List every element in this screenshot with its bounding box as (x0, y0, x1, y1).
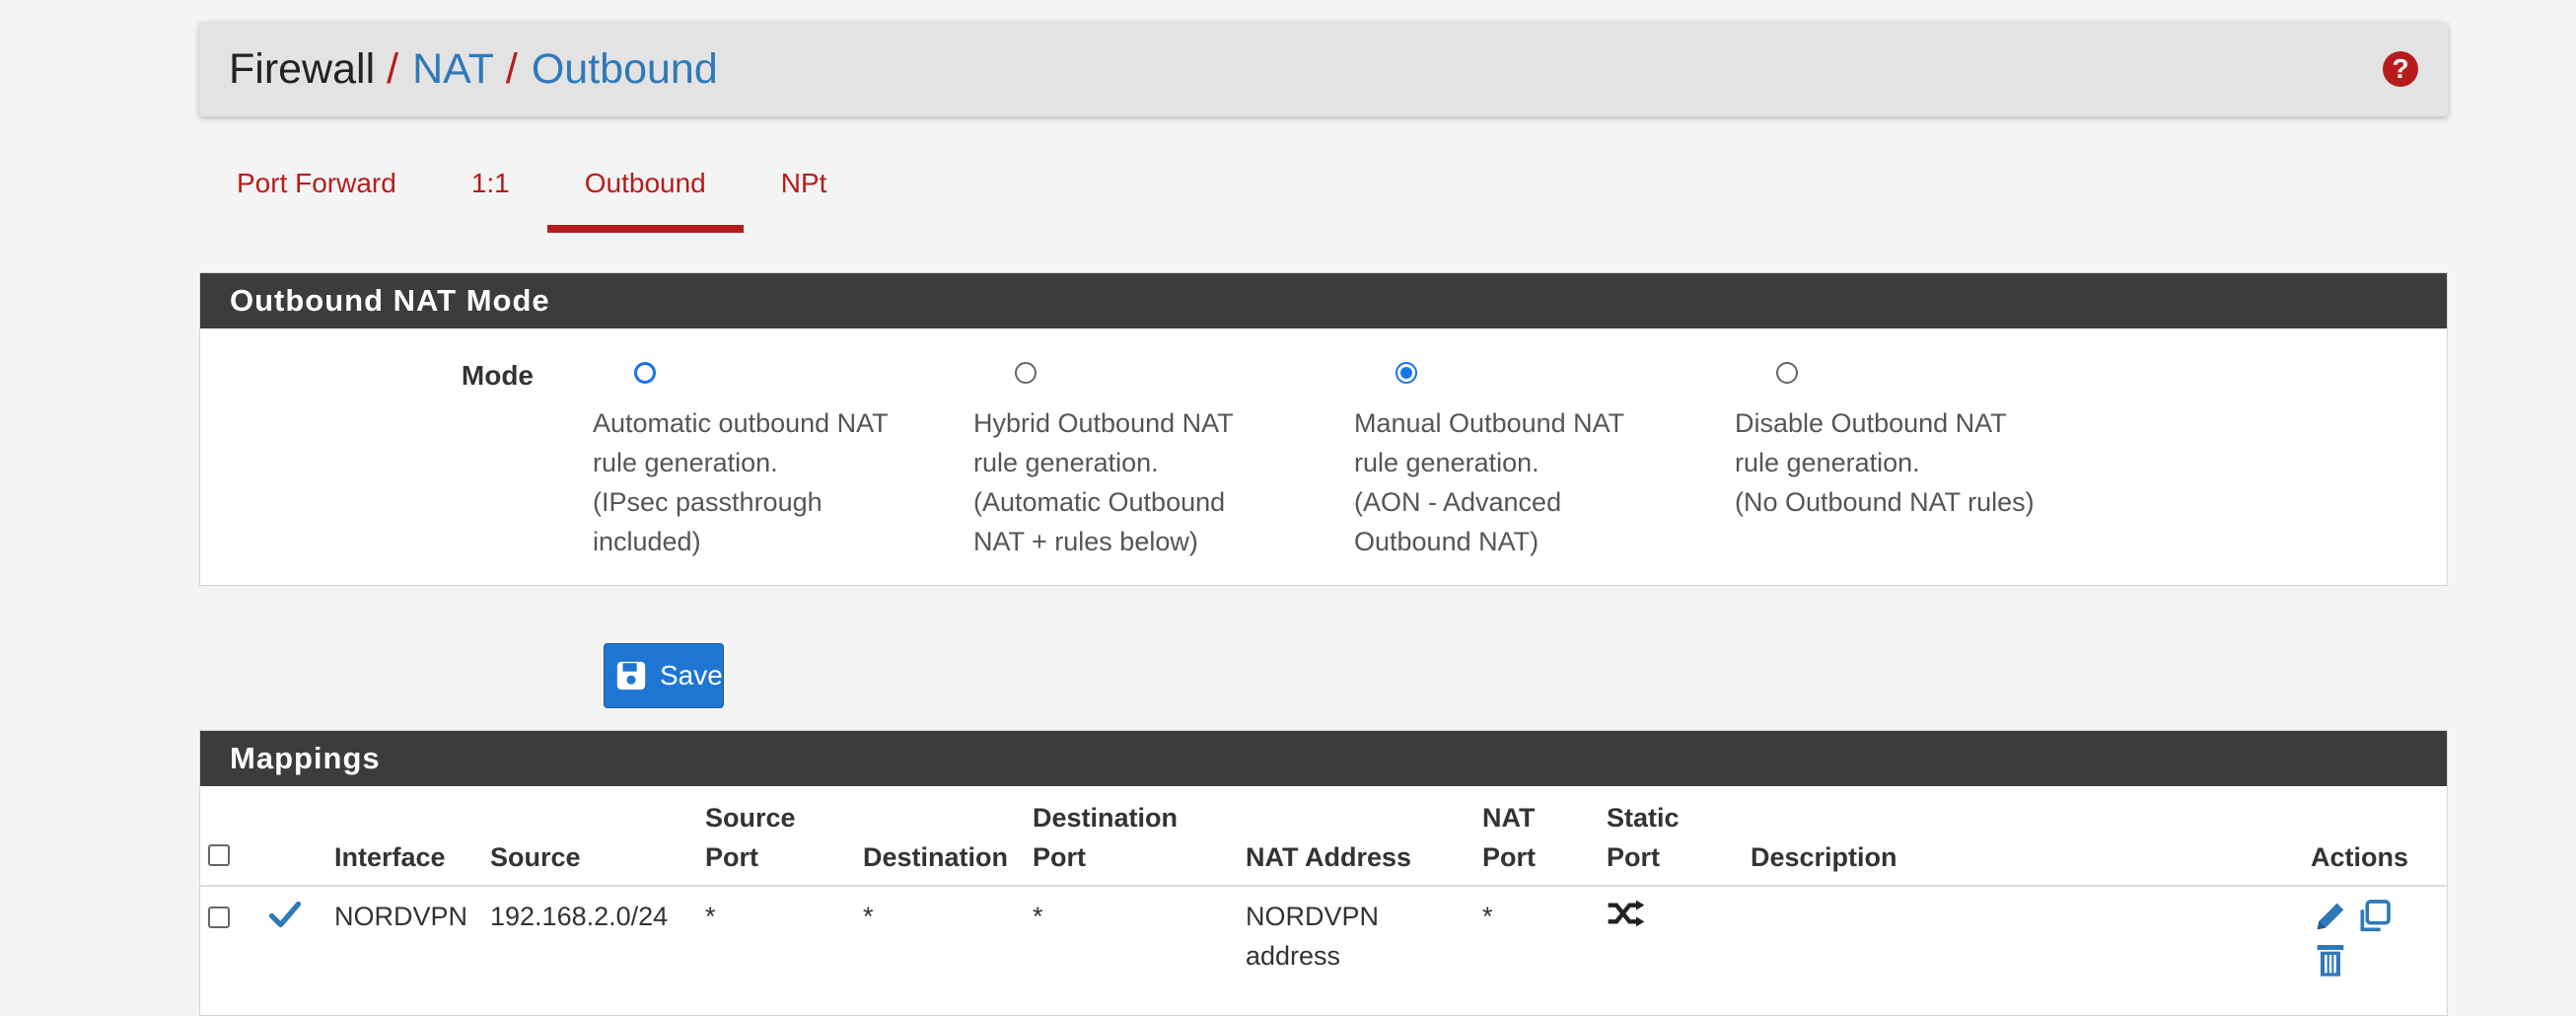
mappings-panel: Mappings Interface Source Source Port De… (199, 730, 2448, 1016)
cell-line: address (1246, 941, 1341, 971)
header-destination-port[interactable]: Destination Port (1025, 786, 1238, 887)
status-header (259, 786, 326, 887)
header-line: Port (1607, 842, 1660, 872)
tab-port-forward[interactable]: Port Forward (199, 154, 434, 233)
trash-icon[interactable] (2311, 940, 2350, 980)
tab-npt[interactable]: NPt (744, 154, 865, 233)
header-source[interactable]: Source (482, 786, 697, 887)
option-line: (No Outbound NAT rules) (1735, 487, 2035, 517)
cell-destination: * (863, 902, 874, 931)
radio-disable[interactable] (1776, 362, 1798, 384)
option-line: rule generation. (1735, 448, 1920, 477)
header-static-port[interactable]: Static Port (1599, 786, 1743, 887)
header-source-port[interactable]: Source Port (697, 786, 855, 887)
option-line: Hybrid Outbound NAT (973, 408, 1234, 438)
select-all-checkbox[interactable] (208, 844, 230, 866)
header-line: Source (705, 803, 796, 833)
mode-option-hybrid: Hybrid Outbound NAT rule generation. (Au… (973, 362, 1309, 561)
header-destination[interactable]: Destination (855, 786, 1025, 887)
floppy-disk-icon (616, 661, 646, 690)
select-all-cell (200, 786, 259, 887)
tab-one-to-one[interactable]: 1:1 (434, 154, 547, 233)
cell-interface: NORDVPN (334, 902, 468, 931)
option-line: included) (593, 527, 701, 556)
save-label: Save (660, 660, 723, 690)
page-content: Firewall / NAT / Outbound ? Port Forward… (199, 22, 2448, 586)
cell-nat-port: * (1482, 902, 1493, 931)
option-text: Hybrid Outbound NAT rule generation. (Au… (973, 403, 1309, 561)
option-text: Automatic outbound NAT rule generation. … (593, 403, 928, 561)
shuffle-icon (1608, 900, 1645, 927)
header-interface[interactable]: Interface (326, 786, 482, 887)
tab-bar: Port Forward 1:1 Outbound NPt (199, 154, 2448, 233)
mode-option-automatic: Automatic outbound NAT rule generation. … (593, 362, 928, 561)
option-line: NAT + rules below) (973, 527, 1198, 556)
pencil-icon[interactable] (2311, 897, 2350, 936)
radio-hybrid[interactable] (1015, 362, 1037, 384)
breadcrumb-firewall: Firewall (229, 44, 376, 93)
check-icon[interactable] (267, 897, 303, 932)
copy-icon[interactable] (2354, 897, 2394, 936)
header-line: Destination (1033, 803, 1179, 833)
header-description[interactable]: Description (1743, 786, 2303, 887)
cell-source: 192.168.2.0/24 (490, 902, 669, 931)
cell-actions (2303, 886, 2447, 989)
mode-body: Mode Automatic outbound NAT rule generat… (200, 328, 2447, 587)
action-icons (2311, 897, 2409, 980)
breadcrumb-nat[interactable]: NAT (412, 45, 494, 94)
header-nat-port[interactable]: NAT Port (1474, 786, 1599, 887)
breadcrumb: Firewall / NAT / Outbound ? (199, 22, 2448, 116)
row-status-cell (259, 886, 326, 989)
mode-option-manual: Manual Outbound NAT rule generation. (AO… (1354, 362, 1689, 561)
table-header-row: Interface Source Source Port Destination… (200, 786, 2447, 887)
option-line: Automatic outbound NAT (593, 408, 889, 438)
header-line: Port (1033, 842, 1086, 872)
header-line: Port (705, 842, 758, 872)
radio-automatic[interactable] (634, 362, 656, 384)
header-actions: Actions (2303, 786, 2447, 887)
option-line: rule generation. (1354, 448, 1539, 477)
panel-title: Outbound NAT Mode (200, 273, 2447, 328)
save-button[interactable]: Save (604, 643, 724, 708)
option-text: Manual Outbound NAT rule generation. (AO… (1354, 403, 1689, 561)
option-text: Disable Outbound NAT rule generation. (N… (1735, 403, 2149, 522)
option-line: rule generation. (593, 448, 778, 477)
outbound-nat-mode-panel: Outbound NAT Mode Mode Automatic outboun… (199, 272, 2448, 586)
row-select-cell (200, 886, 259, 989)
breadcrumb-outbound[interactable]: Outbound (532, 45, 718, 94)
table-row[interactable]: NORDVPN 192.168.2.0/24 * * * NORDVPN add… (200, 886, 2447, 989)
breadcrumb-separator: / (387, 44, 399, 93)
option-line: rule generation. (973, 448, 1159, 477)
cell-description (1743, 886, 2303, 989)
breadcrumb-separator: / (505, 44, 518, 93)
header-line: Static (1607, 803, 1680, 833)
mode-label: Mode (461, 360, 534, 391)
option-line: (IPsec passthrough (593, 487, 823, 517)
option-line: (Automatic Outbound (973, 487, 1226, 517)
option-line: Disable Outbound NAT (1735, 408, 2007, 438)
option-line: Outbound NAT) (1354, 527, 1539, 556)
cell-nat-address: NORDVPN address (1238, 886, 1474, 989)
cell-static-port (1599, 886, 1743, 989)
cell-source-port: * (705, 902, 716, 931)
tab-outbound[interactable]: Outbound (546, 154, 744, 233)
radio-manual[interactable] (1395, 362, 1417, 384)
cell-destination-port: * (1033, 902, 1043, 931)
mode-option-disable: Disable Outbound NAT rule generation. (N… (1735, 362, 2149, 522)
option-line: Manual Outbound NAT (1354, 408, 1625, 438)
header-line: NAT (1482, 803, 1536, 833)
panel-title: Mappings (200, 731, 2447, 786)
header-nat-address[interactable]: NAT Address (1238, 786, 1474, 887)
mappings-table: Interface Source Source Port Destination… (200, 786, 2447, 989)
question-circle-icon[interactable]: ? (2383, 51, 2418, 87)
cell-line: NORDVPN (1246, 902, 1380, 931)
option-line: (AON - Advanced (1354, 487, 1562, 517)
header-line: Port (1482, 842, 1536, 872)
row-checkbox[interactable] (208, 907, 230, 928)
